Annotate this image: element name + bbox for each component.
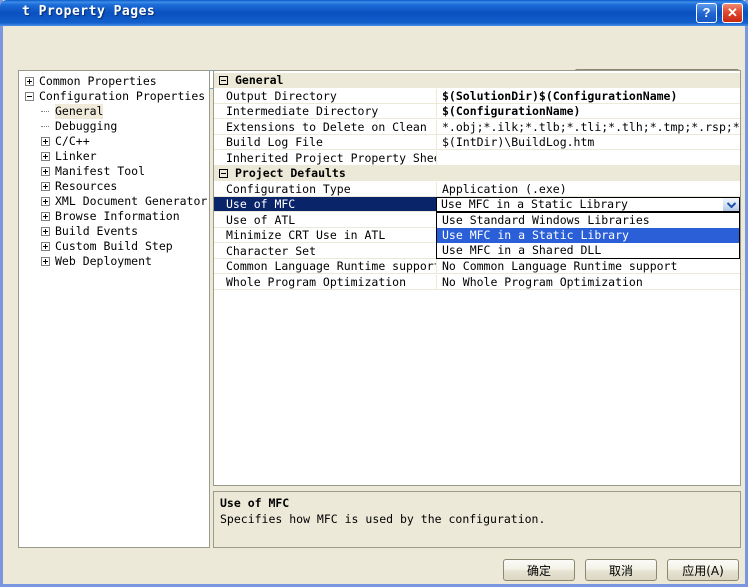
grid-row[interactable]: Inherited Project Property Sheets — [214, 150, 740, 166]
dropdown-option[interactable]: Use MFC in a Static Library — [437, 228, 739, 243]
grid-property-value[interactable]: No Common Language Runtime support — [436, 259, 740, 274]
category-label: General — [235, 73, 284, 87]
tree-item-build-events[interactable]: Build Events — [19, 224, 209, 239]
tree-item-label: XML Document Generator — [55, 194, 208, 208]
tree-item-label: Debugging — [55, 119, 118, 133]
tree-expand-icon[interactable] — [41, 197, 50, 206]
grid-row[interactable]: Output Directory $(SolutionDir)$(Configur… — [214, 88, 740, 104]
grid-property-value[interactable]: Application (.exe) — [436, 181, 740, 197]
tree-item-debugging[interactable]: Debugging — [19, 119, 209, 134]
tree-item-manifest-tool[interactable]: Manifest Tool — [19, 164, 209, 179]
property-tree[interactable]: Common Properties Configuration Propertie… — [18, 70, 210, 548]
grid-row[interactable]: Intermediate Directory $(ConfigurationNam… — [214, 104, 740, 119]
tree-item-web-deployment[interactable]: Web Deployment — [19, 254, 209, 269]
tree-item-label: Web Deployment — [55, 254, 152, 268]
help-button[interactable]: ? — [696, 3, 717, 23]
title-bar[interactable]: t Property Pages ? ✕ — [0, 0, 748, 26]
tree-expand-icon[interactable] — [41, 182, 50, 191]
tree-item-configuration-properties[interactable]: Configuration Properties — [19, 89, 209, 104]
grid-property-value[interactable]: *.obj;*.ilk;*.tlb;*.tli;*.tlh;*.tmp;*.rs… — [436, 119, 740, 135]
grid-property-name[interactable]: Configuration Type — [214, 181, 436, 197]
grid-property-value[interactable]: $(IntDir)\BuildLog.htm — [436, 135, 740, 150]
tree-item-common-properties[interactable]: Common Properties — [19, 74, 209, 89]
tree-connector-icon — [41, 126, 49, 128]
tree-expand-icon[interactable] — [25, 77, 34, 86]
tree-item-label: Build Events — [55, 224, 139, 238]
tree-item-label: Resources — [55, 179, 118, 193]
grid-row[interactable]: Configuration Type Application (.exe) — [214, 181, 740, 197]
close-icon[interactable]: ✕ — [722, 3, 743, 23]
description-title: Use of MFC — [220, 496, 290, 510]
category-label: Project Defaults — [235, 166, 346, 180]
grid-row[interactable]: Common Language Runtime support No Common… — [214, 259, 740, 274]
tree-item-label: Custom Build Step — [55, 239, 173, 253]
property-pages-dialog: t Property Pages ? ✕ Configuration: Acti… — [0, 0, 748, 587]
cancel-button[interactable]: 取消 — [585, 559, 657, 581]
tree-expand-icon[interactable] — [41, 242, 50, 251]
configuration-toolbar: Configuration: Active(Debug) Platform: A… — [3, 26, 745, 90]
tree-expand-icon[interactable] — [41, 227, 50, 236]
grid-row[interactable]: Extensions to Delete on Clean *.obj;*.ilk… — [214, 119, 740, 135]
grid-row[interactable]: Whole Program Optimization No Whole Progr… — [214, 274, 740, 290]
grid-category-project-defaults[interactable]: Project Defaults — [214, 166, 740, 182]
window-title: t Property Pages — [22, 4, 156, 19]
grid-property-value[interactable]: No Whole Program Optimization — [436, 274, 740, 290]
apply-button[interactable]: 应用(A) — [667, 559, 739, 581]
tree-connector-icon — [41, 111, 49, 113]
grid-property-name[interactable]: Intermediate Directory — [214, 104, 436, 119]
tree-item-label: Linker — [55, 149, 97, 163]
description-pane: Use of MFC Specifies how MFC is used by … — [213, 491, 741, 548]
tree-item-label: Browse Information — [55, 209, 180, 223]
grid-property-name[interactable]: Whole Program Optimization — [214, 274, 436, 290]
tree-collapse-icon[interactable] — [25, 92, 34, 101]
property-grid[interactable]: General Output Directory $(SolutionDir)$(C… — [213, 70, 741, 486]
use-of-mfc-dropdown-list[interactable]: Use Standard Windows Libraries Use MFC in… — [436, 212, 740, 259]
category-collapse-icon[interactable] — [219, 76, 228, 85]
grid-property-name[interactable]: Use of ATL — [214, 212, 436, 228]
use-of-mfc-value: Use MFC in a Static Library — [441, 197, 628, 211]
tree-item-label: Common Properties — [39, 74, 157, 88]
tree-item-browse-information[interactable]: Browse Information — [19, 209, 209, 224]
tree-item-resources[interactable]: Resources — [19, 179, 209, 194]
grid-property-name[interactable]: Common Language Runtime support — [214, 259, 436, 274]
dropdown-option[interactable]: Use MFC in a Shared DLL — [437, 243, 739, 258]
tree-expand-icon[interactable] — [41, 257, 50, 266]
chevron-down-icon[interactable] — [723, 198, 739, 211]
use-of-mfc-select[interactable]: Use MFC in a Static Library — [436, 197, 740, 212]
tree-item-xml-document-generator[interactable]: XML Document Generator — [19, 194, 209, 209]
grid-property-name[interactable]: Output Directory — [214, 88, 436, 104]
grid-property-value[interactable] — [436, 150, 740, 166]
tree-item-general[interactable]: General — [19, 104, 209, 119]
grid-property-value[interactable]: $(SolutionDir)$(ConfigurationName) — [436, 88, 740, 104]
grid-property-name[interactable]: Build Log File — [214, 135, 436, 150]
tree-item-c-c[interactable]: C/C++ — [19, 134, 209, 149]
grid-row[interactable]: Build Log File $(IntDir)\BuildLog.htm — [214, 135, 740, 150]
grid-category-general[interactable]: General — [214, 73, 740, 89]
tree-item-custom-build-step[interactable]: Custom Build Step — [19, 239, 209, 254]
tree-expand-icon[interactable] — [41, 212, 50, 221]
tree-expand-icon[interactable] — [41, 167, 50, 176]
description-body: Specifies how MFC is used by the configu… — [220, 512, 546, 526]
tree-item-label: Manifest Tool — [55, 164, 146, 178]
grid-property-name[interactable]: Minimize CRT Use in ATL — [214, 228, 436, 243]
dropdown-option[interactable]: Use Standard Windows Libraries — [437, 213, 739, 228]
grid-property-value[interactable]: $(ConfigurationName) — [436, 104, 740, 119]
tree-expand-icon[interactable] — [41, 137, 50, 146]
tree-expand-icon[interactable] — [41, 152, 50, 161]
ok-button[interactable]: 确定 — [503, 559, 575, 581]
tree-item-label: General — [55, 104, 104, 119]
category-collapse-icon[interactable] — [219, 169, 228, 178]
grid-property-name[interactable]: Extensions to Delete on Clean — [214, 119, 436, 135]
grid-property-name[interactable]: Inherited Project Property Sheets — [214, 150, 436, 166]
grid-property-name[interactable]: Use of MFC — [214, 197, 436, 212]
tree-item-linker[interactable]: Linker — [19, 149, 209, 164]
grid-property-name[interactable]: Character Set — [214, 243, 436, 259]
tree-item-label: C/C++ — [55, 134, 90, 148]
tree-item-label: Configuration Properties — [39, 89, 206, 103]
